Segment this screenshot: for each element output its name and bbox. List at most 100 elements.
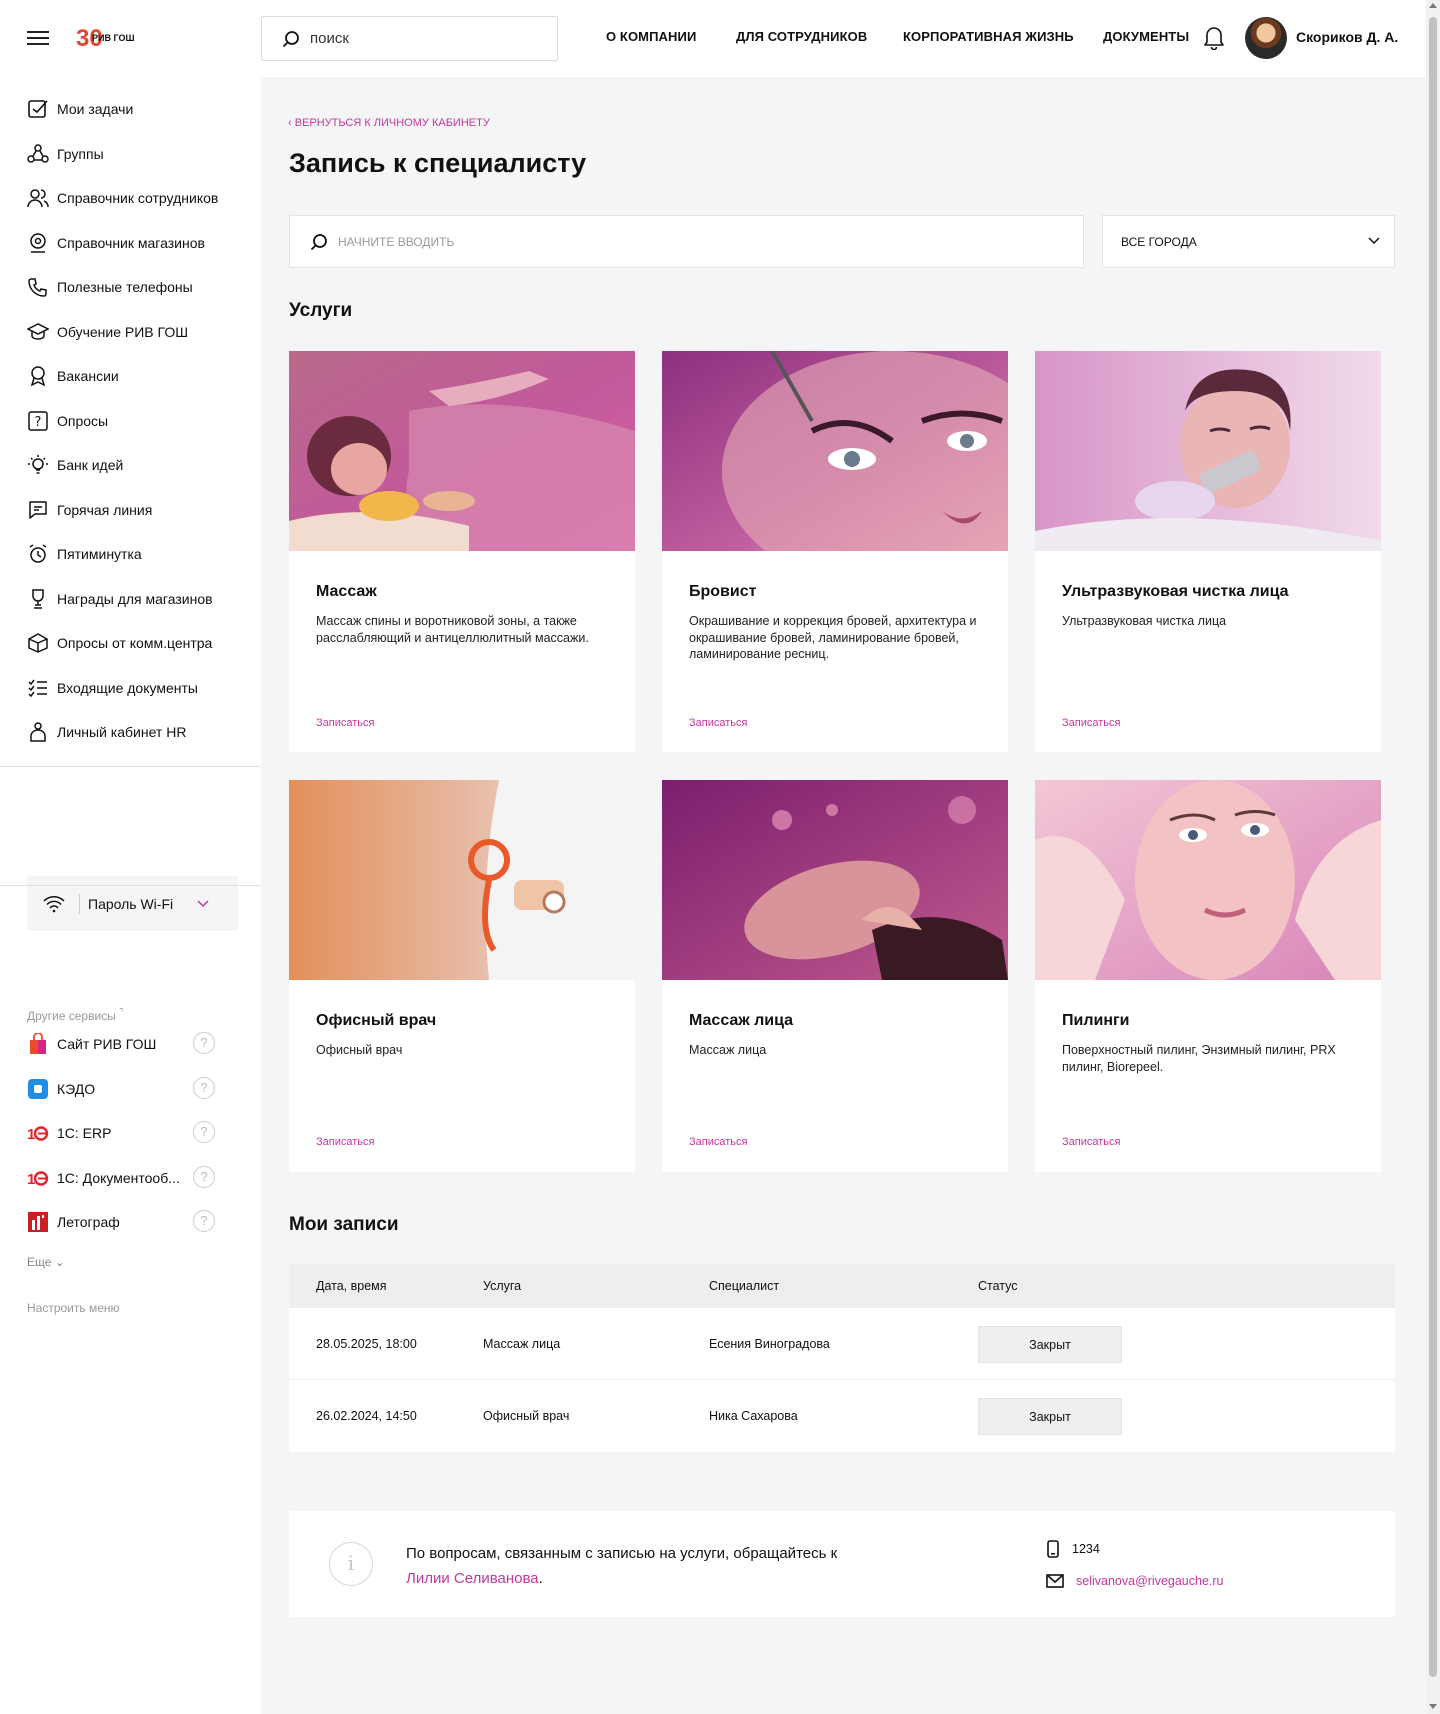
sidebar-item-label: Справочник магазинов: [57, 235, 205, 251]
service-1c-erp[interactable]: 1 1С: ERP: [27, 1121, 111, 1145]
scroll-up-icon[interactable]: [1429, 3, 1437, 8]
service-card-face-massage[interactable]: Массаж лица Массаж лица Записаться: [662, 780, 1008, 1172]
contact-info-panel: i По вопросам, связанным с записью на ус…: [289, 1511, 1395, 1617]
nav-documents[interactable]: ДОКУМЕНТЫ: [1103, 29, 1189, 44]
global-search-input[interactable]: поиск: [261, 16, 558, 61]
graduation-cap-icon: [27, 323, 49, 340]
status-badge[interactable]: Закрыт: [978, 1398, 1122, 1435]
book-link[interactable]: Записаться: [1062, 717, 1120, 729]
specialist-search-input[interactable]: НАЧНИТЕ ВВОДИТЬ: [289, 215, 1084, 268]
sidebar-item-label: Обучение РИВ ГОШ: [57, 324, 189, 340]
card-title: Офисный врач: [316, 1012, 437, 1029]
menu-burger-icon[interactable]: [27, 31, 49, 45]
sidebar-item-employee-directory[interactable]: Справочник сотрудников: [27, 186, 218, 210]
search-icon: [310, 233, 327, 250]
table-row[interactable]: 26.02.2024, 14:50 Офисный врач Ника Саха…: [289, 1380, 1395, 1452]
service-card-peeling[interactable]: Пилинги Поверхностный пилинг, Энзимный п…: [1035, 780, 1381, 1172]
service-card-brow[interactable]: Бровист Окрашивание и коррекция бровей, …: [662, 351, 1008, 752]
card-description: Ультразвуковая чистка лица: [1062, 614, 1227, 628]
sidebar-item-groups[interactable]: Группы: [27, 142, 104, 166]
services-heading: Услуги: [289, 300, 353, 321]
sidebar-item-incoming-documents[interactable]: Входящие документы: [27, 676, 198, 700]
column-header-datetime[interactable]: Дата, время: [316, 1279, 387, 1293]
service-riv-gosh-site[interactable]: Сайт РИВ ГОШ: [27, 1032, 156, 1056]
service-card-office-doctor[interactable]: Офисный врач Офисный врач Записаться: [289, 780, 635, 1172]
service-kedo[interactable]: КЭДО: [27, 1077, 95, 1101]
nav-about-company[interactable]: О КОМПАНИИ: [606, 29, 696, 44]
wifi-icon: [43, 895, 65, 912]
shopping-bag-icon: [30, 1033, 46, 1054]
column-header-status[interactable]: Статус: [978, 1279, 1018, 1293]
help-icon[interactable]: ?: [193, 1166, 215, 1188]
sidebar-item-store-directory[interactable]: Справочник магазинов: [27, 231, 205, 255]
sidebar-item-five-minute[interactable]: Пятиминутка: [27, 542, 142, 566]
configure-menu-link[interactable]: Настроить меню: [27, 1301, 120, 1315]
service-letograf[interactable]: Летограф: [27, 1210, 120, 1234]
back-to-account-link[interactable]: ‹ ВЕРНУТЬСЯ К ЛИЧНОМУ КАБИНЕТУ: [288, 117, 490, 129]
book-link[interactable]: Записаться: [1062, 1136, 1120, 1148]
column-header-specialist[interactable]: Специалист: [709, 1279, 779, 1293]
scroll-down-icon[interactable]: [1429, 1704, 1437, 1709]
checkbox-icon: [28, 100, 48, 118]
status-badge[interactable]: Закрыт: [978, 1326, 1122, 1363]
sidebar-item-hotline[interactable]: Горячая линия: [27, 498, 152, 522]
chevron-down-icon: ⌄: [54, 1255, 65, 1269]
service-card-massage[interactable]: Массаж Массаж спины и воротниковой зоны,…: [289, 351, 635, 752]
chevron-down-icon: [1368, 237, 1380, 245]
book-link[interactable]: Записаться: [316, 1136, 374, 1148]
book-link[interactable]: Записаться: [689, 1136, 747, 1148]
contact-person-link[interactable]: Лилии Селиванова: [406, 1570, 539, 1587]
scrollbar-thumb[interactable]: [1429, 17, 1437, 1677]
search-placeholder: поиск: [310, 30, 349, 47]
sidebar-item-label: Полезные телефоны: [57, 279, 193, 295]
nav-corporate-life[interactable]: КОРПОРАТИВНАЯ ЖИЗНЬ: [903, 29, 1074, 44]
sidebar-divider: [0, 885, 261, 886]
book-link[interactable]: Записаться: [316, 717, 374, 729]
table-row[interactable]: 28.05.2025, 18:00 Массаж лица Есения Вин…: [289, 1308, 1395, 1380]
help-icon[interactable]: ?: [193, 1077, 215, 1099]
more-services-toggle[interactable]: Еще ⌄: [27, 1255, 65, 1269]
sidebar-item-my-tasks[interactable]: Мои задачи: [27, 97, 133, 121]
sidebar: Мои задачи Группы Справочник сотрудников…: [0, 77, 261, 1714]
column-header-service[interactable]: Услуга: [483, 1279, 521, 1293]
sidebar-item-training[interactable]: Обучение РИВ ГОШ: [27, 320, 188, 344]
card-description: Офисный врач: [316, 1043, 403, 1057]
sidebar-item-store-awards[interactable]: Награды для магазинов: [27, 587, 213, 611]
other-services-text: Другие сервисы: [27, 1009, 116, 1023]
sidebar-item-useful-phones[interactable]: Полезные телефоны: [27, 275, 193, 299]
info-icon: i: [329, 1542, 373, 1586]
badge-icon: [30, 366, 46, 387]
book-link[interactable]: Записаться: [689, 717, 747, 729]
sidebar-item-hr-account[interactable]: Личный кабинет HR: [27, 720, 186, 744]
search-placeholder: НАЧНИТЕ ВВОДИТЬ: [338, 234, 455, 249]
sidebar-item-comm-center-surveys[interactable]: Опросы от комм.центра: [27, 631, 212, 655]
question-icon: ?: [28, 411, 48, 431]
phone-icon: [1047, 1540, 1059, 1558]
service-1c-docflow[interactable]: 1 1С: Документооб...: [27, 1166, 180, 1190]
city-select[interactable]: ВСЕ ГОРОДА: [1102, 215, 1395, 268]
sidebar-item-idea-bank[interactable]: Банк идей: [27, 453, 123, 477]
card-title: Пилинги: [1062, 1012, 1130, 1029]
help-icon[interactable]: ?: [193, 1121, 215, 1143]
user-name[interactable]: Скориков Д. А.: [1296, 29, 1398, 45]
sidebar-item-label: Справочник сотрудников: [57, 190, 219, 206]
booking-specialist: Есения Виноградова: [709, 1336, 830, 1351]
help-icon[interactable]: ?: [193, 1032, 215, 1054]
sidebar-item-vacancies[interactable]: Вакансии: [27, 364, 119, 388]
card-description: Массаж лица: [689, 1043, 767, 1057]
card-title: Бровист: [689, 583, 757, 600]
bell-icon[interactable]: [1202, 24, 1226, 51]
logo[interactable]: 30 РИВ ГОШ: [76, 22, 148, 52]
kedo-icon: [28, 1079, 48, 1099]
sidebar-item-surveys[interactable]: ? Опросы: [27, 409, 108, 433]
back-label: ВЕРНУТЬСЯ К ЛИЧНОМУ КАБИНЕТУ: [294, 117, 490, 129]
card-title: Ультразвуковая чистка лица: [1062, 583, 1289, 600]
avatar[interactable]: [1245, 17, 1287, 59]
sidebar-divider: [0, 766, 261, 767]
help-icon[interactable]: ?: [193, 1210, 215, 1232]
email-link[interactable]: selivanova@rivegauche.ru: [1076, 1574, 1224, 1588]
service-card-ultrasound-cleaning[interactable]: Ультразвуковая чистка лица Ультразвукова…: [1035, 351, 1381, 752]
groups-icon: [27, 144, 49, 163]
nav-for-employees[interactable]: ДЛЯ СОТРУДНИКОВ: [736, 29, 867, 44]
card-description: Массаж спины и воротниковой зоны, а такж…: [316, 614, 589, 645]
